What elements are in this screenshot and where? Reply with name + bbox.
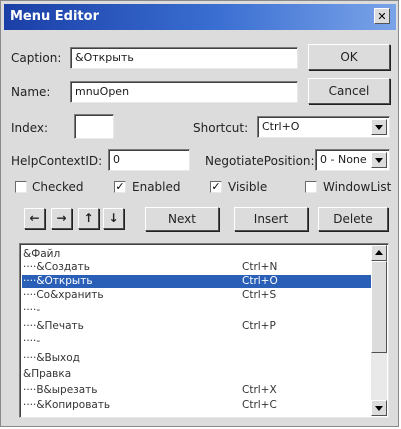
arrow-up-icon: ↑ <box>83 211 94 225</box>
checked-label: Checked <box>32 180 84 194</box>
helpcontext-label: HelpContextID: <box>11 154 103 168</box>
window-title: Menu Editor <box>10 9 99 24</box>
title-bar[interactable]: Menu Editor ✕ <box>4 4 396 30</box>
list-item[interactable]: ····В&ырезать Ctrl+X <box>22 384 374 397</box>
chevron-down-icon[interactable] <box>371 119 387 135</box>
insert-button[interactable]: Insert <box>234 207 308 231</box>
vertical-scrollbar[interactable] <box>371 245 387 416</box>
list-item[interactable]: ····- <box>22 304 374 317</box>
negotiate-label: NegotiatePosition: <box>205 154 315 168</box>
menu-items-list[interactable]: &Файл ····&Создать Ctrl+N ····&Открыть Ctr… <box>19 243 389 418</box>
visible-checkbox[interactable]: ✓ <box>210 181 222 193</box>
chevron-down-icon[interactable] <box>371 152 387 168</box>
visible-label: Visible <box>228 180 268 194</box>
index-input[interactable] <box>74 114 114 139</box>
arrow-down-icon: ↓ <box>108 211 119 225</box>
list-item[interactable]: ····&Копировать Ctrl+C <box>22 399 374 412</box>
list-item[interactable]: &Правка <box>22 368 374 381</box>
shortcut-combo[interactable]: Ctrl+O <box>257 116 390 138</box>
cancel-button[interactable]: Cancel <box>308 78 390 104</box>
helpcontext-input[interactable]: 0 <box>108 149 190 171</box>
shortcut-label: Shortcut: <box>193 121 249 135</box>
windowlist-checkbox[interactable] <box>305 181 317 193</box>
list-item-selected[interactable]: ····&Открыть Ctrl+O <box>22 275 374 288</box>
arrow-right-icon: → <box>56 211 67 225</box>
index-label: Index: <box>11 121 49 135</box>
enabled-checkbox[interactable]: ✓ <box>114 181 126 193</box>
move-left-button[interactable]: ← <box>24 208 45 229</box>
caption-label: Caption: <box>11 51 62 65</box>
shortcut-value: Ctrl+O <box>262 120 300 133</box>
list-item[interactable]: ····Со&хранить Ctrl+S <box>22 289 374 302</box>
negotiate-combo[interactable]: 0 - None <box>315 149 390 171</box>
delete-button[interactable]: Delete <box>318 207 388 231</box>
list-item[interactable]: ····&Выход <box>22 352 374 365</box>
negotiate-value: 0 - None <box>320 153 367 166</box>
name-input[interactable]: mnuOpen <box>70 81 298 103</box>
list-item[interactable]: ····&Печать Ctrl+P <box>22 320 374 333</box>
enabled-label: Enabled <box>132 180 181 194</box>
move-down-button[interactable]: ↓ <box>103 208 124 229</box>
name-label: Name: <box>11 85 51 99</box>
close-icon: ✕ <box>377 10 387 23</box>
menu-editor-window: Menu Editor ✕ Caption: &Открыть OK Name:… <box>0 0 399 427</box>
move-right-button[interactable]: → <box>51 208 72 229</box>
scroll-down-icon[interactable] <box>371 400 387 416</box>
list-item[interactable]: ····&Создать Ctrl+N <box>22 261 374 274</box>
move-up-button[interactable]: ↑ <box>78 208 99 229</box>
arrow-left-icon: ← <box>29 211 40 225</box>
list-item[interactable]: ····- <box>22 335 374 348</box>
checked-checkbox[interactable] <box>15 181 27 193</box>
close-button[interactable]: ✕ <box>374 8 390 24</box>
windowlist-label: WindowList <box>323 180 392 194</box>
ok-button[interactable]: OK <box>308 44 390 70</box>
next-button[interactable]: Next <box>145 207 219 231</box>
list-item[interactable]: &Файл <box>22 248 374 261</box>
caption-input[interactable]: &Открыть <box>70 47 298 69</box>
scroll-up-icon[interactable] <box>371 245 387 261</box>
scroll-thumb[interactable] <box>371 261 387 353</box>
